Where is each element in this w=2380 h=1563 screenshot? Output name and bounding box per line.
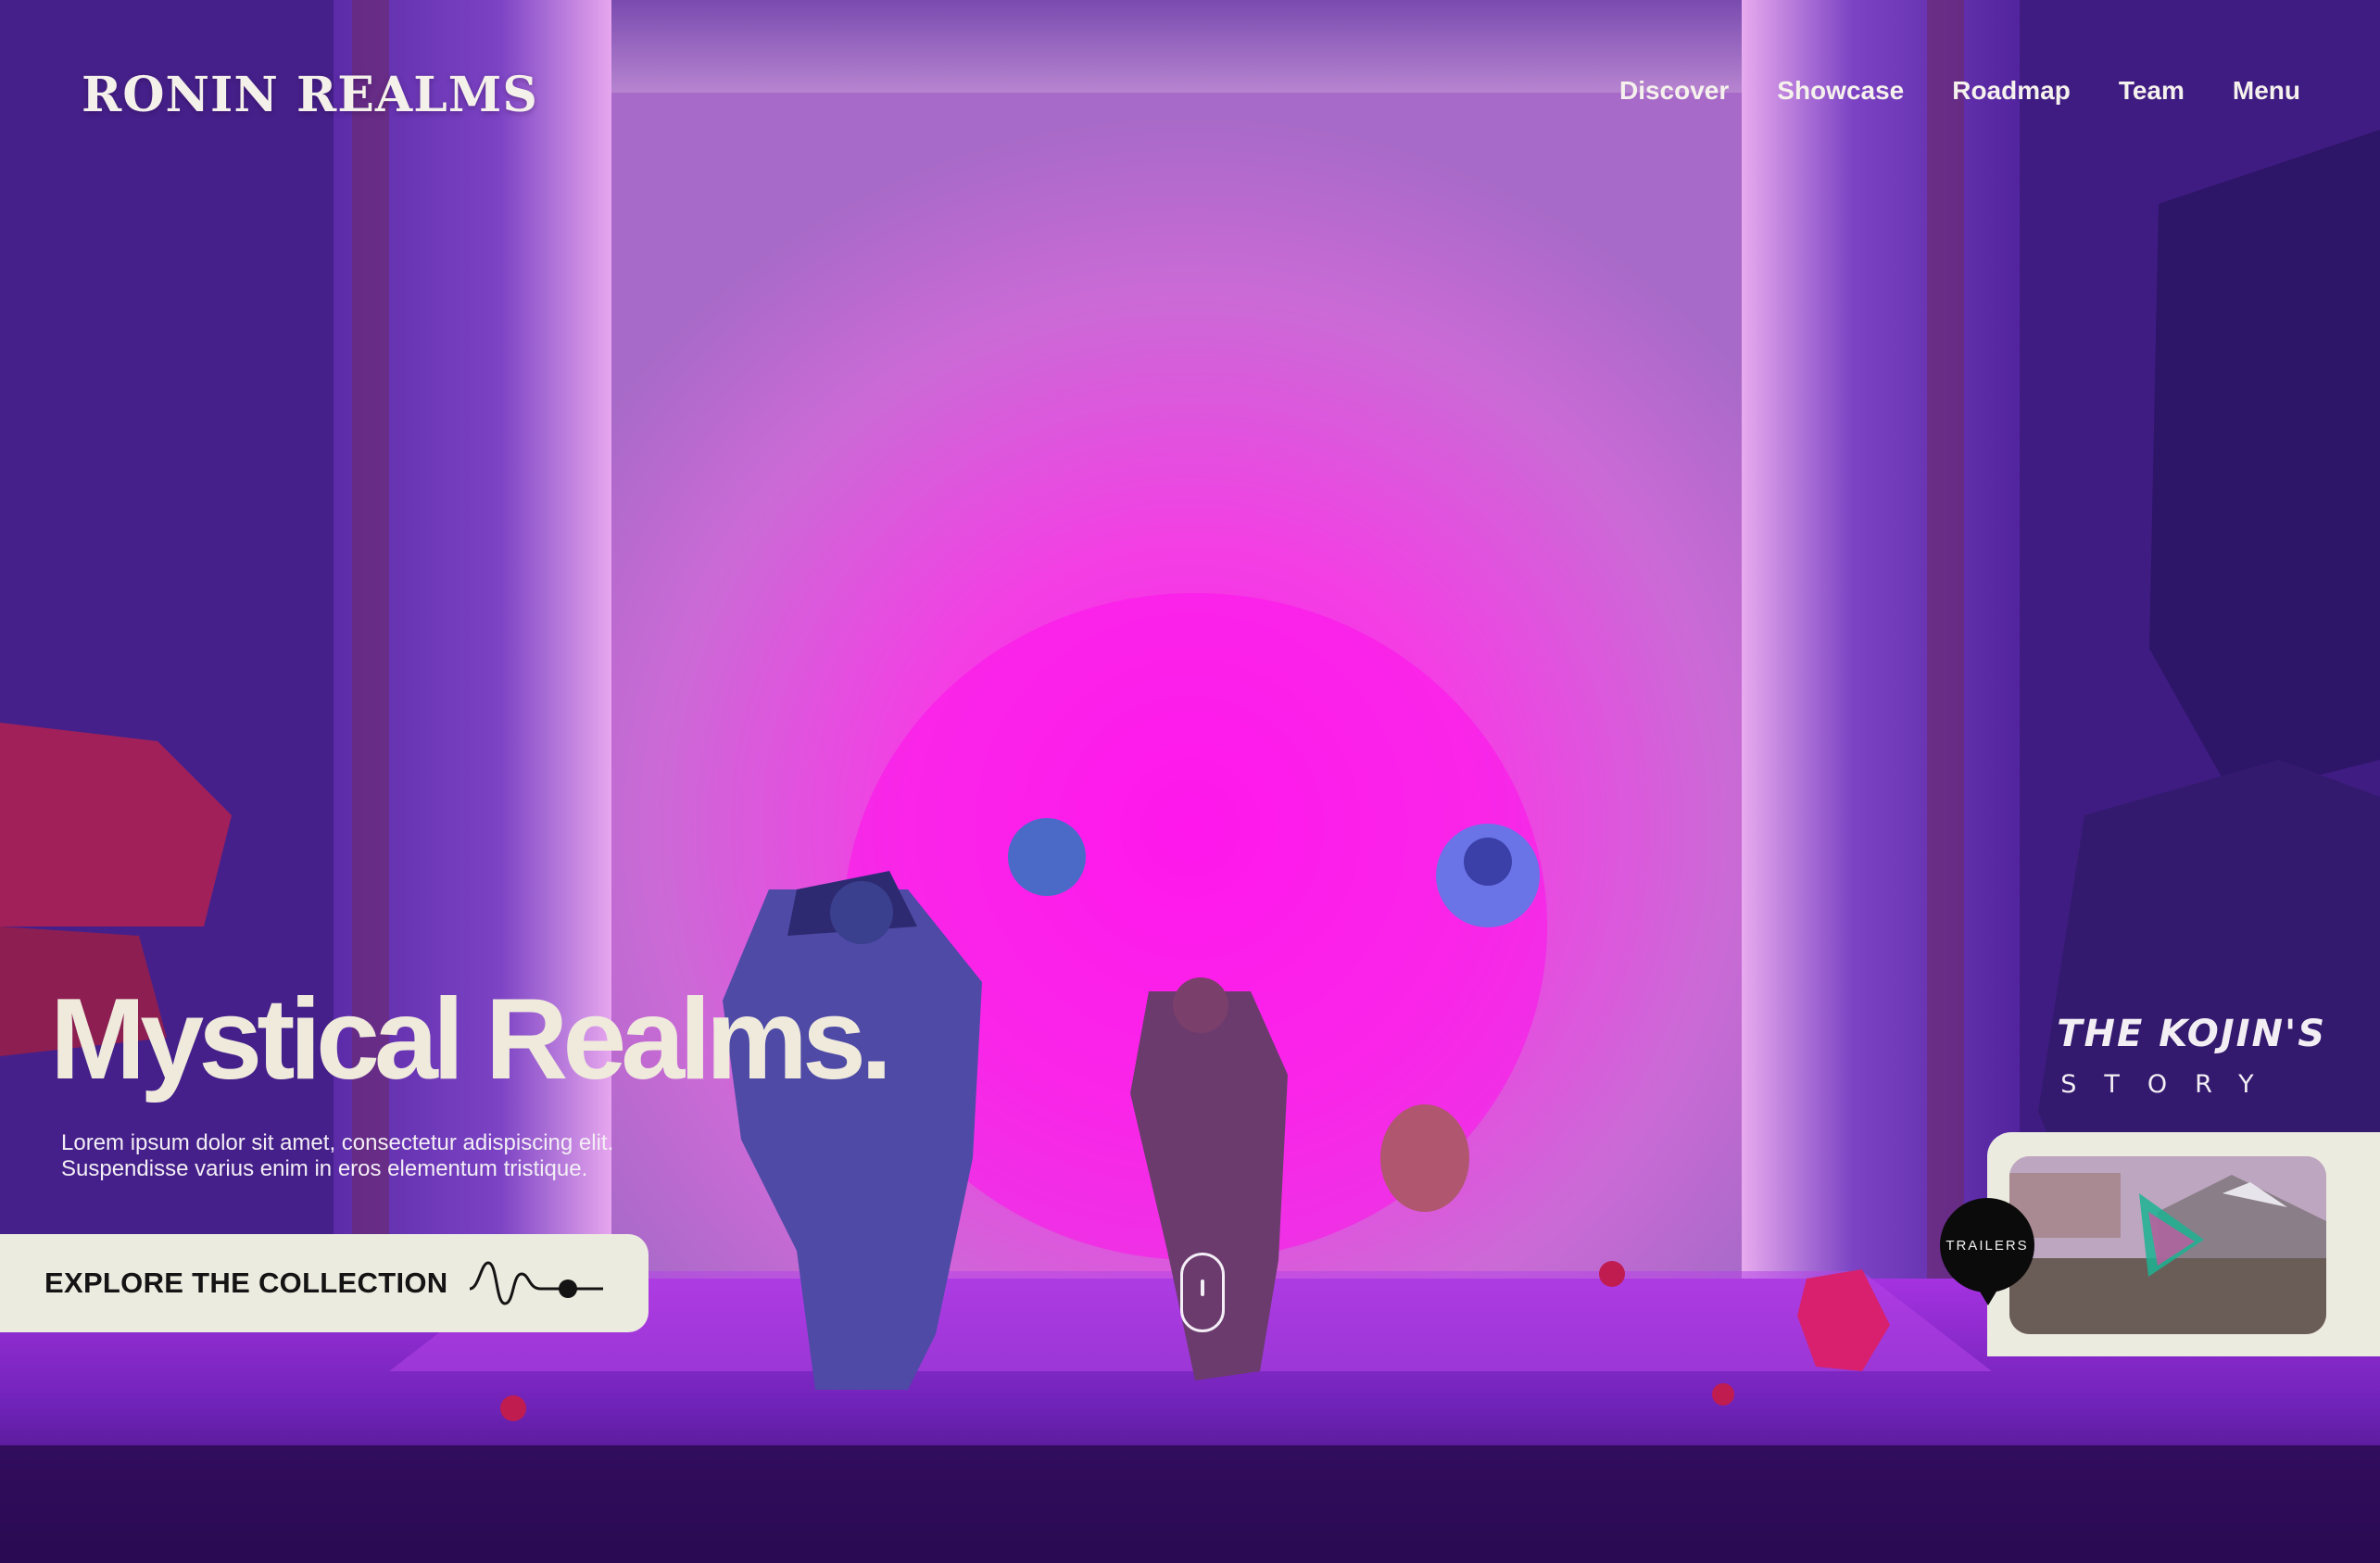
hero-subtitle: Lorem ipsum dolor sit amet, consectetur … [61,1130,728,1182]
explore-collection-label: EXPLORE THE COLLECTION [44,1267,448,1299]
hero-subtitle-line-1: Lorem ipsum dolor sit amet, consectetur … [61,1130,614,1155]
story-title: THE KOJIN'S [2057,1013,2326,1055]
logo-text: RONIN REALMS [82,67,538,123]
trailer-thumbnail-image [2009,1156,2326,1334]
trailers-badge-label: TRAILERS [1946,1237,2029,1254]
hero-title: Mystical Realms. [50,976,892,1103]
nav-roadmap[interactable]: Roadmap [1952,76,2071,106]
story-subtitle: STORY [2060,1070,2282,1099]
nav-discover[interactable]: Discover [1619,76,1729,106]
trailer-thumbnail[interactable] [2009,1156,2326,1334]
nav-team[interactable]: Team [2119,76,2185,106]
nav-showcase[interactable]: Showcase [1777,76,1904,106]
kojin-story-heading[interactable]: THE KOJIN'S STORY [2057,1013,2326,1099]
brand-logo[interactable]: RONIN REALMS [82,67,538,123]
trailer-card[interactable] [1987,1132,2380,1356]
hero-subtitle-line-2: Suspendisse varius enim in eros elementu… [61,1156,588,1181]
main-nav: Discover Showcase Roadmap Team Menu [1619,76,2300,106]
explore-collection-button[interactable]: EXPLORE THE COLLECTION [0,1234,649,1332]
scroll-mouse-icon[interactable] [1180,1253,1225,1332]
trailers-badge[interactable]: TRAILERS [1940,1198,2034,1305]
nav-menu[interactable]: Menu [2233,76,2300,106]
squiggle-arrow-icon [469,1261,604,1305]
